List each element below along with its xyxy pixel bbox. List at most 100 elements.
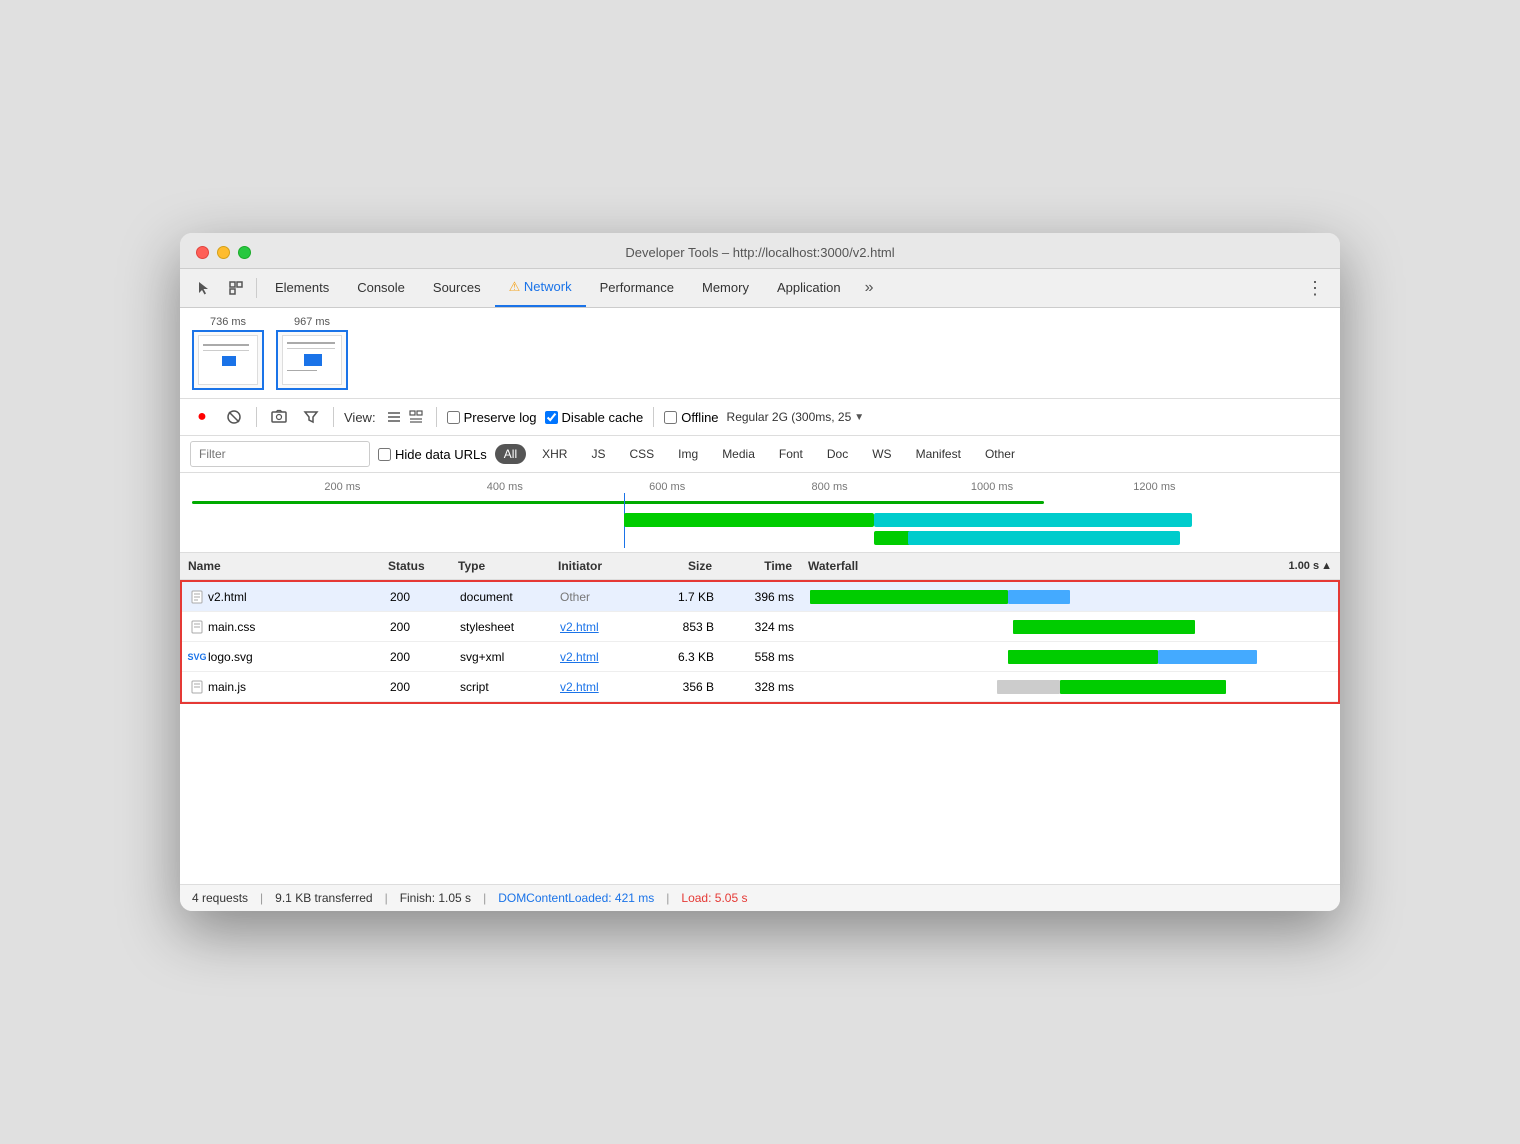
col-header-status[interactable]: Status xyxy=(380,557,450,575)
row-size-3: 6.3 KB xyxy=(642,648,722,666)
ruler-tick-5: 1200 ms xyxy=(1133,481,1175,493)
devtools-window: Developer Tools – http://localhost:3000/… xyxy=(180,233,1340,911)
status-requests: 4 requests xyxy=(192,891,248,905)
record-button[interactable]: ● xyxy=(190,405,214,429)
filter-media-button[interactable]: Media xyxy=(714,445,763,463)
group-view-button[interactable] xyxy=(406,407,426,427)
clear-button[interactable] xyxy=(222,405,246,429)
table-row[interactable]: main.js 200 script v2.html 356 B 328 ms xyxy=(182,672,1338,702)
screenshot-item[interactable]: 736 ms xyxy=(192,316,264,390)
screenshot-thumb-2[interactable] xyxy=(276,330,348,390)
row-size-1: 1.7 KB xyxy=(642,588,722,606)
tab-network[interactable]: ⚠ Network xyxy=(495,269,586,307)
disable-cache-checkbox[interactable] xyxy=(545,411,558,424)
tab-performance[interactable]: Performance xyxy=(586,270,688,307)
file-doc-icon xyxy=(190,589,204,605)
tab-application[interactable]: Application xyxy=(763,270,855,307)
row-waterfall-4 xyxy=(802,675,1338,699)
timeline-bar-teal-1 xyxy=(874,513,1192,527)
row-type-4: script xyxy=(452,678,552,696)
waterfall-bars-3 xyxy=(810,647,1330,667)
status-load: Load: 5.05 s xyxy=(681,891,747,905)
row-name-4: main.js xyxy=(182,677,382,697)
preserve-log-checkbox[interactable] xyxy=(447,411,460,424)
screenshot-time-1: 736 ms xyxy=(210,316,246,328)
filter-js-button[interactable]: JS xyxy=(583,445,613,463)
more-tabs-button[interactable]: » xyxy=(855,271,884,305)
filter-xhr-button[interactable]: XHR xyxy=(534,445,575,463)
filter-doc-button[interactable]: Doc xyxy=(819,445,856,463)
thumb-rect-1 xyxy=(222,356,236,366)
maximize-button[interactable] xyxy=(238,246,251,259)
row-waterfall-2 xyxy=(802,615,1338,639)
filter-img-button[interactable]: Img xyxy=(670,445,706,463)
timeline-content xyxy=(192,493,1328,548)
row-time-4: 328 ms xyxy=(722,678,802,696)
row-status-3: 200 xyxy=(382,648,452,666)
view-label: View: xyxy=(344,410,376,425)
filter-ws-button[interactable]: WS xyxy=(864,445,899,463)
tab-memory[interactable]: Memory xyxy=(688,270,763,307)
row-name-3: SVG logo.svg xyxy=(182,647,382,667)
waterfall-bars-2 xyxy=(810,617,1330,637)
screenshot-thumb-1[interactable] xyxy=(192,330,264,390)
table-row[interactable]: v2.html 200 document Other 1.7 KB 396 ms xyxy=(182,582,1338,612)
tab-sources[interactable]: Sources xyxy=(419,270,495,307)
timeline-bar-teal-2 xyxy=(908,531,1181,545)
file-css-icon xyxy=(190,619,204,635)
throttle-dropdown-arrow: ▼ xyxy=(854,412,864,423)
file-svg-icon: SVG xyxy=(190,649,204,665)
col-header-name[interactable]: Name xyxy=(180,557,380,575)
minimize-button[interactable] xyxy=(217,246,230,259)
filter-manifest-button[interactable]: Manifest xyxy=(908,445,969,463)
filter-other-button[interactable]: Other xyxy=(977,445,1023,463)
offline-checkbox[interactable] xyxy=(664,411,677,424)
row-status-4: 200 xyxy=(382,678,452,696)
waterfall-time-label: 1.00 s ▲ xyxy=(1289,560,1332,572)
screenshot-time-2: 967 ms xyxy=(294,316,330,328)
close-button[interactable] xyxy=(196,246,209,259)
table-row[interactable]: main.css 200 stylesheet v2.html 853 B 32… xyxy=(182,612,1338,642)
filter-input[interactable] xyxy=(190,441,370,467)
filter-font-button[interactable]: Font xyxy=(771,445,811,463)
toolbar-sep-3 xyxy=(436,407,437,427)
row-time-3: 558 ms xyxy=(722,648,802,666)
ruler-tick-3: 800 ms xyxy=(812,481,848,493)
col-header-initiator[interactable]: Initiator xyxy=(550,557,640,575)
col-header-size[interactable]: Size xyxy=(640,557,720,575)
row-size-4: 356 B xyxy=(642,678,722,696)
filter-css-button[interactable]: CSS xyxy=(621,445,662,463)
ruler-tick-1: 400 ms xyxy=(487,481,523,493)
col-header-waterfall[interactable]: Waterfall 1.00 s ▲ xyxy=(800,557,1340,575)
network-table: Name Status Type Initiator Size Time Wat… xyxy=(180,553,1340,884)
list-view-button[interactable] xyxy=(384,407,404,427)
table-row[interactable]: SVG logo.svg 200 svg+xml v2.html 6.3 KB … xyxy=(182,642,1338,672)
thumb-line-4 xyxy=(287,348,335,349)
offline-group: Offline xyxy=(664,410,718,425)
screenshot-inner-2 xyxy=(282,335,342,385)
row-status-1: 200 xyxy=(382,588,452,606)
filter-all-button[interactable]: All xyxy=(495,444,526,464)
tab-console[interactable]: Console xyxy=(343,270,419,307)
titlebar: Developer Tools – http://localhost:3000/… xyxy=(180,233,1340,269)
inspect-icon[interactable] xyxy=(220,272,252,304)
devtools-tabbar: Elements Console Sources ⚠ Network Perfo… xyxy=(180,269,1340,308)
col-header-time[interactable]: Time xyxy=(720,557,800,575)
timeline-header: 200 ms 400 ms 600 ms 800 ms 1000 ms 1200… xyxy=(180,473,1340,553)
hide-data-urls-checkbox[interactable] xyxy=(378,448,391,461)
col-header-type[interactable]: Type xyxy=(450,557,550,575)
screenshot-item-2[interactable]: 967 ms xyxy=(276,316,348,390)
throttle-selector[interactable]: Regular 2G (300ms, 25 ▼ xyxy=(727,410,865,424)
capture-screenshot-button[interactable] xyxy=(267,405,291,429)
row-initiator-2: v2.html xyxy=(552,618,642,636)
disable-cache-label: Disable cache xyxy=(562,410,644,425)
wf-bar-green-1 xyxy=(810,590,1008,604)
devtools-menu-button[interactable]: ⋮ xyxy=(1298,270,1332,307)
cursor-icon[interactable] xyxy=(188,272,220,304)
wf-bar-blue-3 xyxy=(1158,650,1257,664)
network-rows-selected: v2.html 200 document Other 1.7 KB 396 ms xyxy=(180,580,1340,704)
window-title: Developer Tools – http://localhost:3000/… xyxy=(196,245,1324,260)
row-initiator-1: Other xyxy=(552,588,642,606)
filter-button[interactable] xyxy=(299,405,323,429)
tab-elements[interactable]: Elements xyxy=(261,270,343,307)
